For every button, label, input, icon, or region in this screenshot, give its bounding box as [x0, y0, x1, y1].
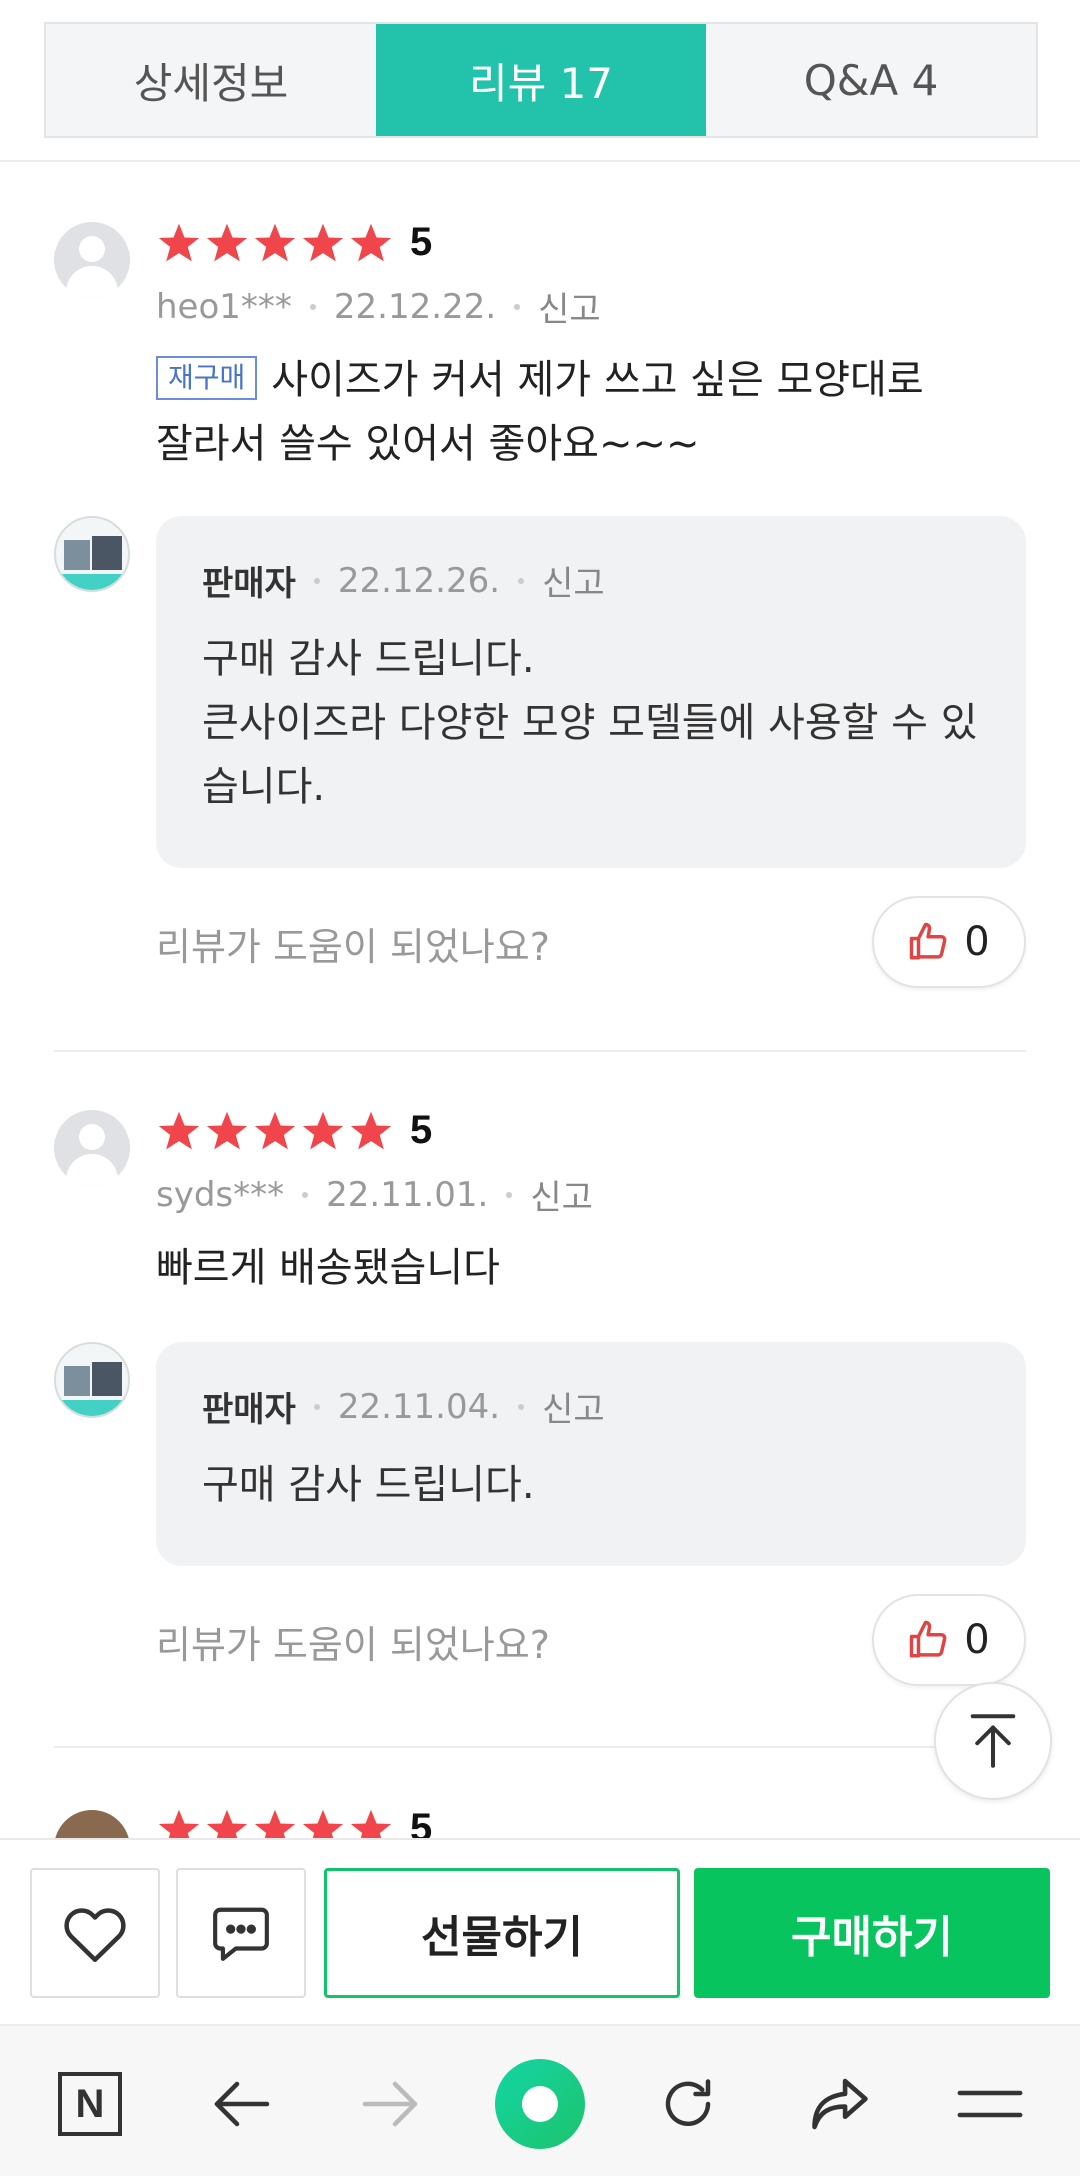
reviewer-id: heo1*** — [156, 286, 292, 327]
like-button[interactable]: 0 — [872, 1594, 1026, 1686]
star-icon — [206, 1111, 248, 1149]
star-icon — [254, 223, 296, 261]
scroll-top-icon — [970, 1714, 1016, 1768]
rating-score: 5 — [410, 1108, 433, 1152]
tab-bar: 상세정보 리뷰 17 Q&A 4 — [44, 22, 1038, 138]
report-link[interactable]: 신고 — [538, 282, 601, 331]
seller-avatar — [54, 516, 130, 592]
star-rating: 5 — [156, 1108, 432, 1153]
star-icon — [302, 223, 344, 261]
forward-button[interactable] — [342, 2056, 438, 2152]
reply-date: 22.11.04. — [337, 1386, 501, 1427]
chat-icon — [213, 1907, 269, 1961]
back-button[interactable] — [194, 2056, 290, 2152]
menu-icon — [957, 2090, 1023, 2118]
star-icon — [206, 223, 248, 261]
share-button[interactable] — [792, 2056, 888, 2152]
reload-icon — [665, 2079, 711, 2126]
report-link[interactable]: 신고 — [542, 556, 605, 605]
report-link[interactable]: 신고 — [530, 1170, 593, 1219]
purchase-bar: 선물하기 구매하기 — [0, 1838, 1080, 2024]
green-dot-button[interactable] — [492, 2056, 588, 2152]
like-button[interactable]: 0 — [872, 896, 1026, 988]
back-arrow-icon — [214, 2081, 270, 2127]
review-text: 빠르게 배송됐습니다 — [156, 1245, 500, 1291]
star-icon — [158, 1111, 200, 1149]
star-icon — [350, 1111, 392, 1149]
reply-date: 22.12.26. — [337, 560, 501, 601]
repurchase-badge: 재구매 — [156, 356, 258, 400]
heart-icon — [64, 1908, 126, 1963]
reply-text: 구매 감사 드립니다. 큰사이즈라 다양한 모양 모델들에 사용할 수 있습니다… — [202, 636, 978, 810]
user-avatar — [54, 1110, 130, 1186]
menu-button[interactable] — [942, 2056, 1038, 2152]
seller-avatar — [54, 1342, 130, 1418]
reviewer-id: syds*** — [156, 1174, 285, 1215]
seller-reply: 판매자 22.12.26. 신고 구매 감사 드립니다. 큰사이즈라 다양한 모… — [156, 516, 1026, 868]
tab-divider — [0, 160, 1080, 162]
wishlist-button[interactable] — [30, 1868, 160, 1998]
star-icon — [254, 1111, 296, 1149]
review-date: 22.12.22. — [333, 286, 497, 327]
green-dot-icon — [495, 2059, 585, 2149]
star-icon — [158, 223, 200, 261]
review-meta: syds*** 22.11.01. 신고 — [156, 1170, 593, 1219]
review-text: 재구매 사이즈가 커서 제가 쓰고 싶은 모양대로 잘라서 쓸수 있어서 좋아요~… — [156, 356, 924, 467]
review-date: 22.11.01. — [326, 1174, 489, 1215]
naver-logo-icon: N — [58, 2072, 122, 2136]
reply-text: 구매 감사 드립니다. — [202, 1462, 535, 1508]
review-divider — [54, 1746, 1026, 1748]
tab-qna[interactable]: Q&A 4 — [706, 24, 1036, 136]
share-icon — [812, 2078, 868, 2130]
seller-label: 판매자 — [202, 564, 296, 604]
seller-label: 판매자 — [202, 1390, 296, 1430]
tab-reviews[interactable]: 리뷰 17 — [376, 24, 706, 136]
user-avatar — [54, 222, 130, 298]
forward-arrow-icon — [362, 2081, 418, 2127]
helpful-prompt: 리뷰가 도움이 되었나요? — [156, 1623, 550, 1667]
seller-reply: 판매자 22.11.04. 신고 구매 감사 드립니다. — [156, 1342, 1026, 1566]
reload-button[interactable] — [640, 2056, 736, 2152]
naver-home-button[interactable]: N — [42, 2056, 138, 2152]
star-icon — [350, 223, 392, 261]
talk-button[interactable] — [176, 1868, 306, 1998]
thumbs-up-icon — [910, 1620, 947, 1658]
review-divider — [54, 1050, 1026, 1052]
report-link[interactable]: 신고 — [542, 1382, 605, 1431]
gift-button[interactable]: 선물하기 — [324, 1868, 680, 1998]
thumbs-up-icon — [910, 922, 947, 960]
like-count: 0 — [964, 919, 990, 965]
helpful-prompt: 리뷰가 도움이 되었나요? — [156, 925, 550, 969]
star-icon — [302, 1111, 344, 1149]
scroll-top-button[interactable] — [934, 1682, 1052, 1800]
browser-nav-bar: N — [0, 2024, 1080, 2176]
star-rating: 5 — [156, 220, 432, 265]
review-meta: heo1*** 22.12.22. 신고 — [156, 282, 601, 331]
buy-button[interactable]: 구매하기 — [694, 1868, 1050, 1998]
rating-score: 5 — [410, 220, 433, 264]
tab-details[interactable]: 상세정보 — [46, 24, 376, 136]
like-count: 0 — [964, 1617, 990, 1663]
